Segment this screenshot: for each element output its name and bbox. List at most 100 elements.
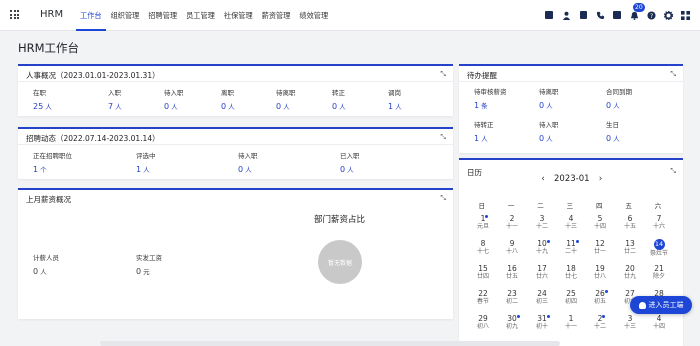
apps-grid-icon[interactable] (10, 10, 19, 19)
calendar-day[interactable]: 29 初八 (471, 314, 495, 337)
main-nav: 工作台 组织管理 招聘管理 员工管理 社保管理 薪资管理 绩效管理 (76, 0, 333, 31)
horizontal-scrollbar[interactable] (100, 341, 560, 346)
calendar-day[interactable]: 14 祭灶节 (647, 239, 671, 262)
stat-birthdays[interactable]: 生日 0 人 (606, 119, 620, 143)
stat-pending-resign[interactable]: 待离职 0 人 (539, 86, 559, 110)
collapse-icon[interactable]: ⤡ (670, 167, 676, 176)
enter-employee-portal-button[interactable]: 进入员工端 (630, 296, 692, 314)
nav-workbench[interactable]: 工作台 (76, 0, 106, 31)
calendar-day[interactable]: 16 廿五 (500, 264, 524, 287)
nav-performance[interactable]: 绩效管理 (295, 0, 332, 31)
help-icon[interactable]: ? (644, 8, 658, 22)
calendar-day[interactable]: 20 廿九 (618, 264, 642, 287)
stat-actual-pay[interactable]: 实发工资 0 元 (136, 252, 162, 276)
card-title: 日历 (467, 168, 482, 177)
calendar-day[interactable]: 21 除夕 (647, 264, 671, 287)
stat-pending-onboard[interactable]: 待入职 0 人 (164, 87, 184, 111)
prev-month-icon[interactable]: ‹ (538, 174, 548, 184)
calendar-day[interactable]: 6 十五 (618, 214, 642, 237)
calendar-day[interactable]: 2 十一 (500, 214, 524, 237)
calendar-day[interactable]: 2 十二 (588, 314, 612, 337)
event-dot (575, 240, 579, 243)
calendar-day[interactable]: 3 十二 (530, 214, 554, 237)
calendar-day[interactable]: 10 十九 (530, 239, 554, 262)
collapse-icon[interactable]: ⤡ (440, 133, 446, 142)
nav-social-security[interactable]: 社保管理 (220, 0, 257, 31)
calendar-icon[interactable] (610, 8, 624, 22)
stat-pending-onboard[interactable]: 待入职 0 人 (238, 150, 258, 174)
event-dot (604, 290, 608, 293)
document-icon[interactable] (576, 8, 590, 22)
grid-icon[interactable] (678, 8, 692, 22)
calendar-day[interactable]: 9 十八 (500, 239, 524, 262)
nav-organization[interactable]: 组织管理 (107, 0, 144, 31)
stat-paid-staff[interactable]: 计薪人员 0 人 (33, 252, 59, 276)
calendar-day[interactable]: 15 廿四 (471, 264, 495, 287)
user-icon[interactable] (559, 8, 573, 22)
approval-icon[interactable] (542, 8, 556, 22)
stat-contract-expiry[interactable]: 合同到期 0 人 (606, 86, 632, 110)
stat-open-positions[interactable]: 正在招聘职位 1 个 (33, 150, 72, 174)
event-dot (546, 315, 550, 318)
stat-salary-review[interactable]: 待审核薪资 1 条 (474, 86, 507, 110)
calendar-month-nav: ‹ 2023-01 › (538, 174, 606, 184)
next-month-icon[interactable]: › (596, 174, 606, 184)
calendar-day[interactable]: 4 十四 (647, 314, 671, 337)
stat-pending-resign[interactable]: 待离职 0 人 (276, 87, 296, 111)
collapse-icon[interactable]: ⤡ (440, 70, 446, 79)
calendar-day[interactable]: 26 初五 (588, 289, 612, 312)
calendar-day[interactable]: 18 廿七 (559, 264, 583, 287)
stat-regularized[interactable]: 转正 0 人 (332, 87, 346, 111)
notification-badge: 20 (633, 3, 645, 12)
calendar-day[interactable]: 13 廿二 (618, 239, 642, 262)
calendar-day[interactable]: 4 十三 (559, 214, 583, 237)
calendar-day[interactable]: 31 初十 (530, 314, 554, 337)
svg-text:?: ? (649, 12, 652, 19)
calendar-day[interactable]: 19 廿八 (588, 264, 612, 287)
nav-employees[interactable]: 员工管理 (182, 0, 219, 31)
stat-onboarded[interactable]: 入职 7 人 (108, 87, 122, 111)
phone-icon[interactable] (593, 8, 607, 22)
calendar-day[interactable]: 8 十七 (471, 239, 495, 262)
calendar-day[interactable]: 30 初九 (500, 314, 524, 337)
stat-onboarded[interactable]: 已入职 0 人 (340, 150, 360, 174)
calendar-day[interactable]: 1 元旦 (471, 214, 495, 237)
brand-logo: HRM (40, 9, 64, 20)
nav-salary[interactable]: 薪资管理 (258, 0, 295, 31)
calendar-day[interactable]: 7 十六 (647, 214, 671, 237)
dept-salary-title: 部门薪资占比 (314, 215, 366, 225)
calendar-day[interactable]: 24 初三 (530, 289, 554, 312)
calendar-day[interactable]: 25 初四 (559, 289, 583, 312)
bell-icon[interactable]: 20 (627, 3, 645, 22)
stat-pending-regularize[interactable]: 待转正 1 人 (474, 119, 494, 143)
card-title: 上月薪资概况 (26, 195, 71, 204)
calendar-month: 2023-01 (554, 174, 590, 184)
todo-card: 待办提醒 ⤡ 待审核薪资 1 条 待离职 0 人 合同到期 0 人 待转正 1 人 待入职 0 人 … (459, 64, 683, 153)
stat-pending-onboard[interactable]: 待入职 0 人 (539, 119, 559, 143)
collapse-icon[interactable]: ⤡ (440, 194, 446, 203)
calendar-day[interactable]: 23 初二 (500, 289, 524, 312)
calendar-day[interactable]: 12 廿一 (588, 239, 612, 262)
user-icon (638, 301, 646, 309)
no-data-placeholder: 暂无数据 (318, 240, 362, 284)
card-title: 待办提醒 (467, 71, 497, 80)
calendar-day[interactable]: 3 十三 (618, 314, 642, 337)
card-title: 招聘动态（2022.07.14-2023.01.14） (26, 134, 160, 143)
card-title: 人事概况（2023.01.01-2023.01.31） (26, 71, 160, 80)
calendar-day[interactable]: 1 十一 (559, 314, 583, 337)
stat-in-review[interactable]: 评选中 1 人 (136, 150, 156, 174)
salary-card: 上月薪资概况 ⤡ 计薪人员 0 人 实发工资 0 元 (18, 188, 453, 319)
weekday-header: 日一二三四五六 (478, 202, 662, 210)
hr-overview-card: 人事概况（2023.01.01-2023.01.31） ⤡ 在职 25 人 入职 7 人… (18, 64, 453, 116)
stat-resigned[interactable]: 离职 0 人 (221, 87, 235, 111)
stat-on-job[interactable]: 在职 25 人 (33, 87, 52, 111)
nav-recruitment[interactable]: 招聘管理 (144, 0, 181, 31)
calendar-day[interactable]: 17 廿六 (530, 264, 554, 287)
gear-icon[interactable] (661, 8, 675, 22)
collapse-icon[interactable]: ⤡ (670, 70, 676, 79)
stat-transfer[interactable]: 调岗 1 人 (388, 87, 402, 111)
calendar-day[interactable]: 22 春节 (471, 289, 495, 312)
event-dot (485, 215, 489, 218)
calendar-day[interactable]: 5 十四 (588, 214, 612, 237)
calendar-day[interactable]: 11 二十 (559, 239, 583, 262)
